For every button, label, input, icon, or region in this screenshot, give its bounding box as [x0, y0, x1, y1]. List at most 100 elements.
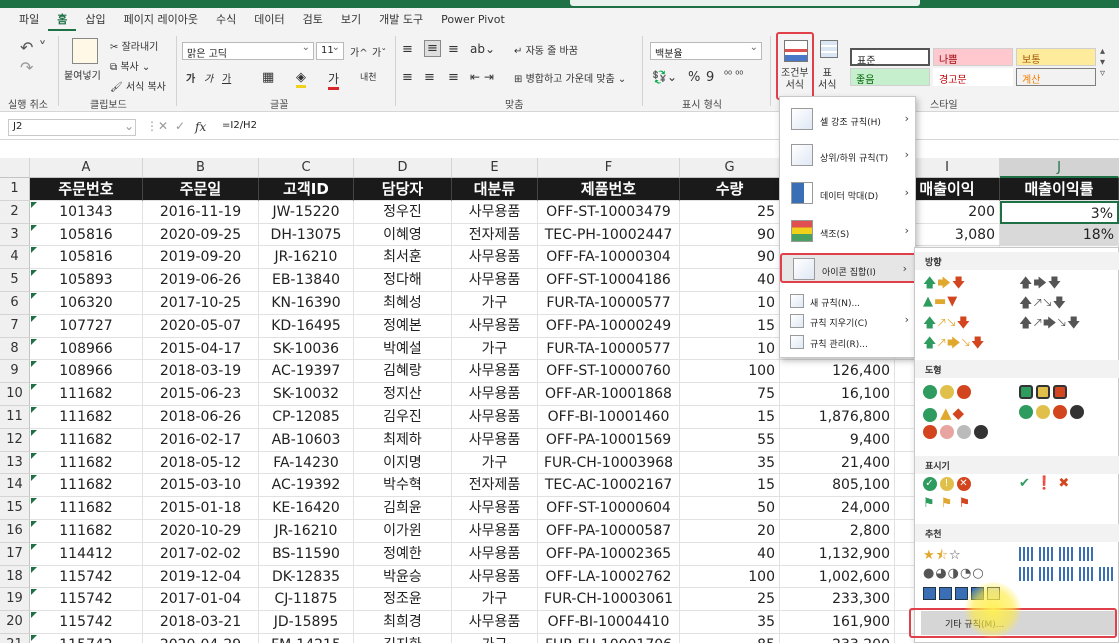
style-bad[interactable]: 나쁨 [933, 48, 1013, 66]
font-color-icon[interactable]: 가 [328, 70, 340, 90]
cell-g[interactable]: 90 [680, 223, 780, 247]
enter-icon[interactable]: ✓ [175, 119, 185, 133]
cell-a[interactable]: 115742 [30, 611, 143, 634]
cell-d[interactable]: 박수혁 [354, 474, 452, 498]
cell-f[interactable]: FUR-TA-10000577 [538, 292, 680, 315]
cell-a[interactable]: 111682 [30, 428, 143, 452]
cell-c[interactable]: SK-10036 [259, 337, 354, 361]
cell-g[interactable]: 85 [680, 634, 780, 643]
cell-j[interactable]: 3% [1000, 200, 1119, 224]
row-header[interactable]: 7 [0, 314, 30, 338]
row-header[interactable]: 14 [0, 474, 30, 498]
cell-f[interactable]: TEC-PH-10002447 [538, 223, 680, 247]
row-header[interactable]: 8 [0, 337, 30, 361]
cell-e[interactable]: 가구 [452, 337, 538, 361]
cell-c[interactable]: BS-11590 [259, 542, 354, 566]
italic-button[interactable]: 가 [204, 70, 213, 85]
cell-g[interactable]: 40 [680, 542, 780, 566]
icon-set-4-arrows-gray[interactable]: 🡅🡕🡖🡇 [1019, 294, 1067, 316]
name-box-dropdown-icon[interactable]: ⌄ [124, 119, 134, 133]
merge-center-button[interactable]: ⊞ 병합하고 가운데 맞춤 ⌄ [514, 70, 626, 85]
tab-file[interactable]: 파일 [10, 9, 48, 31]
fx-icon[interactable]: fx [195, 120, 206, 134]
cell-f[interactable]: OFF-FA-10000304 [538, 246, 680, 270]
cell-e[interactable]: 사무용품 [452, 269, 538, 292]
tab-power-pivot[interactable]: Power Pivot [432, 9, 514, 31]
row-header[interactable]: 18 [0, 565, 30, 589]
cell-b[interactable]: 2017-02-02 [143, 542, 259, 566]
header-cell[interactable]: 대분류 [452, 178, 538, 201]
cell-h[interactable]: 16,100 [780, 383, 895, 406]
icon-set-3-arrows[interactable]: 🡅🡆🡇 [923, 274, 966, 296]
cell-f[interactable]: OFF-PA-10001569 [538, 428, 680, 452]
cell-g[interactable]: 25 [680, 588, 780, 612]
style-normal[interactable]: 표준 [850, 48, 930, 67]
cell-b[interactable]: 2016-11-19 [143, 200, 259, 224]
copy-button[interactable]: ⧉ 복사 ⌄ [110, 58, 150, 73]
cell-b[interactable]: 2015-03-10 [143, 474, 259, 498]
cell-g[interactable]: 25 [680, 200, 780, 224]
cell-g[interactable]: 100 [680, 360, 780, 384]
cell-g[interactable]: 40 [680, 269, 780, 292]
icon-set-5-ratings[interactable] [1019, 566, 1119, 581]
cell-a[interactable]: 114412 [30, 542, 143, 566]
icon-set-5-arrows[interactable]: 🡅🡕🡆🡖🡇 [923, 334, 985, 356]
header-cell[interactable]: 담당자 [354, 178, 452, 201]
column-header-e[interactable]: E [452, 158, 538, 178]
tab-review[interactable]: 검토 [294, 9, 332, 31]
cell-g[interactable]: 10 [680, 337, 780, 361]
icon-set-3-flags[interactable]: ⚑ ⚑ ⚑ [923, 496, 971, 511]
cell-h[interactable]: 1,132,900 [780, 542, 895, 566]
paste-icon[interactable] [72, 38, 98, 64]
column-header-g[interactable]: G [680, 158, 780, 178]
percent-button[interactable]: % [688, 70, 700, 85]
font-name-combo[interactable]: 맑은 고딕 [182, 42, 314, 60]
select-all-corner[interactable] [0, 158, 30, 178]
cell-b[interactable]: 2019-09-20 [143, 246, 259, 270]
style-scroll-icon[interactable]: ▴ ▾ ▿ [1100, 46, 1105, 79]
style-calc[interactable]: 계산 [1016, 68, 1096, 86]
decimal-icon[interactable]: ⁰⁰ ⁰⁰ [724, 70, 743, 81]
column-header-f[interactable]: F [538, 158, 680, 178]
row-header[interactable]: 4 [0, 246, 30, 270]
cell-f[interactable]: OFF-BI-10004410 [538, 611, 680, 634]
indent-icon[interactable]: ⇤ ⇥ [470, 70, 494, 84]
cell-a[interactable]: 111682 [30, 520, 143, 543]
cell-d[interactable]: 정예한 [354, 542, 452, 566]
icon-set-5-arrows-gray[interactable]: 🡅🡕🡆🡖🡇 [1019, 314, 1081, 336]
row-header[interactable]: 6 [0, 292, 30, 315]
cell-a[interactable]: 108966 [30, 360, 143, 384]
header-cell[interactable]: 고객ID [259, 178, 354, 201]
menu-icon-sets[interactable]: 아이콘 집합(I) › [780, 253, 917, 283]
cell-f[interactable]: OFF-LA-10002762 [538, 565, 680, 589]
cell-d[interactable]: 정우진 [354, 200, 452, 224]
cell-e[interactable]: 가구 [452, 588, 538, 612]
cell-d[interactable]: 정다해 [354, 269, 452, 292]
format-painter-button[interactable]: 🖌 서식 복사 [110, 78, 166, 93]
comma-button[interactable]: 9 [706, 70, 714, 85]
wrap-text-button[interactable]: ↵ 자동 줄 바꿈 [514, 42, 578, 57]
cell-f[interactable]: OFF-AR-10001868 [538, 383, 680, 406]
cell-b[interactable]: 2015-06-23 [143, 383, 259, 406]
cell-e[interactable]: 가구 [452, 451, 538, 475]
icon-set-4-arrows[interactable]: 🡅🡕🡖🡇 [923, 314, 971, 336]
cell-a[interactable]: 105816 [30, 246, 143, 270]
redo-icon[interactable]: ↷ [20, 58, 33, 77]
column-header-c[interactable]: C [259, 158, 354, 178]
cell-f[interactable]: TEC-AC-10002167 [538, 474, 680, 498]
icon-set-3-traffic-lights-rimmed[interactable] [1019, 384, 1070, 399]
cell-e[interactable]: 전자제품 [452, 474, 538, 498]
tab-formulas[interactable]: 수식 [207, 9, 245, 31]
menu-new-rule[interactable]: 새 규칙(N)... [780, 293, 917, 311]
cell-b[interactable]: 2018-03-19 [143, 360, 259, 384]
icon-set-3-arrows-gray[interactable]: 🡅🡆🡇 [1019, 274, 1062, 296]
cell-b[interactable]: 2015-01-18 [143, 497, 259, 520]
name-box[interactable]: J2 [8, 119, 136, 136]
align-middle-icon[interactable]: ≡ [424, 40, 441, 57]
cell-g[interactable]: 15 [680, 406, 780, 429]
search-box[interactable] [570, 0, 920, 6]
column-header-b[interactable]: B [143, 158, 259, 178]
cut-button[interactable]: ✂ 잘라내기 [110, 38, 158, 53]
cell-g[interactable]: 50 [680, 497, 780, 520]
cell-a[interactable]: 107727 [30, 314, 143, 338]
